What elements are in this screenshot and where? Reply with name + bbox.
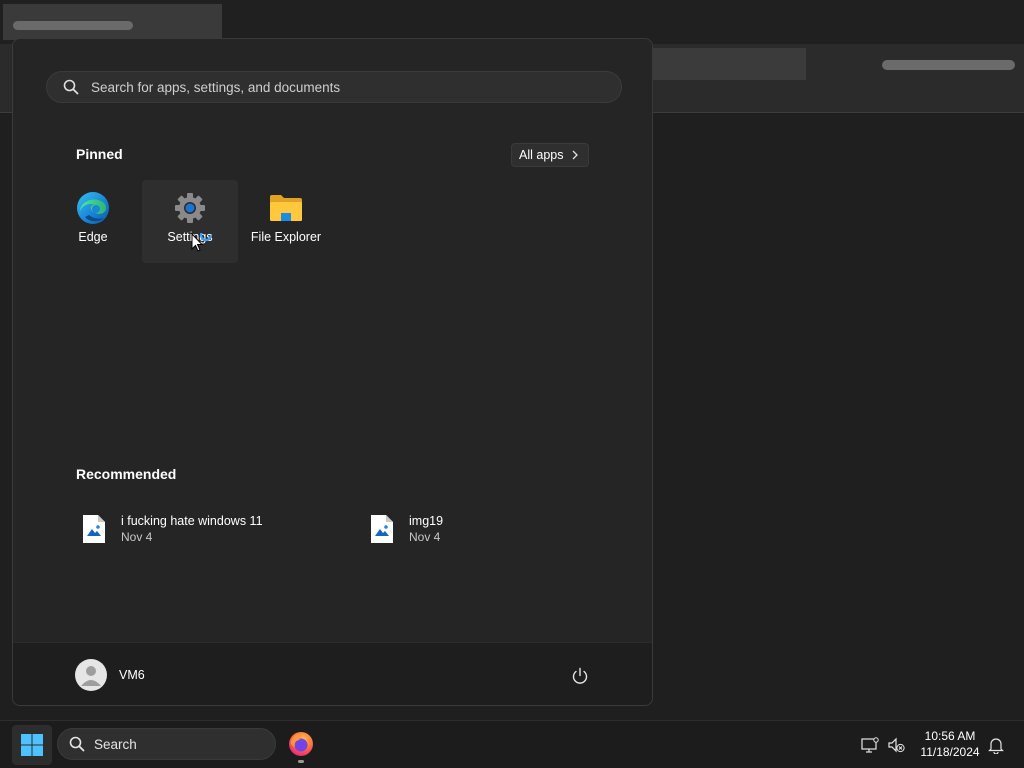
start-search-input[interactable] [89,78,621,96]
all-apps-button[interactable]: All apps [511,143,589,167]
background-tab[interactable] [3,4,222,40]
start-button[interactable] [12,725,52,765]
chevron-right-icon [573,150,579,160]
recommended-item-name: i fucking hate windows 11 [121,514,263,528]
taskbar-search-box[interactable]: Search [57,728,276,760]
edge-icon [75,190,111,226]
network-icon[interactable] [860,735,880,755]
start-menu: Pinned All apps [12,38,653,706]
notification-bell-icon[interactable] [986,735,1006,755]
clock-time: 10:56 AM [924,729,976,743]
start-menu-footer: VM6 [13,642,652,705]
taskbar-search-label: Search [94,736,137,752]
pinned-heading: Pinned [76,146,123,162]
recommended-item-date: Nov 4 [409,530,441,544]
pinned-app-file-explorer[interactable]: File Explorer [238,180,334,263]
clock-date: 11/18/2024 [920,745,980,759]
settings-gear-icon [172,190,208,226]
search-icon [63,79,79,95]
taskbar-clock[interactable]: 10:56 AM 11/18/2024 [912,728,988,760]
user-name: VM6 [119,668,145,682]
power-button[interactable] [569,665,591,687]
search-icon [69,736,85,752]
pinned-app-label: Edge [78,230,108,244]
tab-placeholder [13,21,133,30]
user-account-button[interactable]: VM6 [75,657,145,693]
cursor-arrow-icon [191,228,213,252]
pinned-app-label: File Explorer [250,230,322,244]
image-file-icon [83,515,105,543]
recommended-item[interactable]: img19 Nov 4 [364,509,624,549]
taskbar: Search 10:56 AM 11/18/2024 [0,720,1024,768]
start-search-box[interactable] [46,71,622,103]
firefox-icon [289,732,313,756]
volume-muted-icon[interactable] [886,735,906,755]
mouse-cursor [191,228,217,262]
folder-icon [268,190,304,226]
background-address-bar[interactable] [640,48,806,80]
all-apps-label: All apps [519,148,564,162]
pinned-app-edge[interactable]: Edge [45,180,141,263]
avatar [75,659,107,691]
power-icon [572,667,588,684]
recommended-item-date: Nov 4 [121,530,153,544]
pinned-app-settings[interactable]: Settings [142,180,238,263]
recommended-item[interactable]: i fucking hate windows 11 Nov 4 [76,509,336,549]
background-placeholder-bar [882,60,1015,70]
recommended-item-name: img19 [409,514,444,528]
recommended-heading: Recommended [76,466,177,482]
running-indicator [298,760,304,763]
taskbar-app-firefox[interactable] [284,725,318,765]
image-file-icon [371,515,393,543]
windows-logo-icon [21,734,43,756]
user-icon [81,666,101,686]
